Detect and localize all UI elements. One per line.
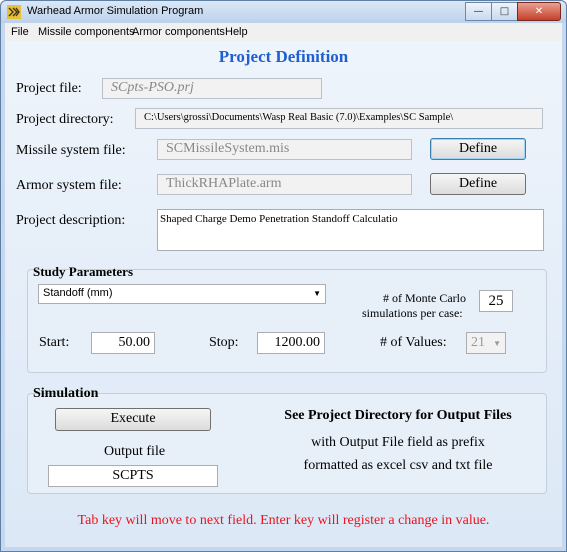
- chevron-down-icon: ▼: [313, 289, 321, 298]
- minimize-button[interactable]: —: [465, 2, 492, 21]
- execute-button[interactable]: Execute: [55, 408, 211, 431]
- app-window: Warhead Armor Simulation Program — □ ✕ F…: [0, 0, 567, 552]
- menu-missile-components[interactable]: Missile components: [38, 26, 135, 38]
- stop-input[interactable]: 1200.00: [257, 332, 325, 354]
- app-icon: [7, 5, 21, 19]
- output-info-line2: formatted as excel csv and txt file: [303, 458, 493, 473]
- armor-file-label: Armor system file:: [16, 178, 122, 193]
- project-directory-label: Project directory:: [16, 112, 114, 127]
- num-values-value: 21: [471, 335, 485, 350]
- monte-carlo-label-line1: # of Monte Carlo: [383, 291, 466, 305]
- close-button[interactable]: ✕: [517, 2, 561, 21]
- page-title: Project Definition: [218, 47, 349, 66]
- start-input[interactable]: 50.00: [91, 332, 155, 354]
- menu-bar: File Missile components Armor components…: [5, 23, 562, 41]
- define-missile-button[interactable]: Define: [430, 138, 526, 160]
- study-parameter-value: Standoff (mm): [43, 287, 113, 299]
- stop-label: Stop:: [209, 335, 239, 350]
- menu-armor-components[interactable]: Armor components: [132, 26, 225, 38]
- study-parameters-title: Study Parameters: [33, 264, 134, 279]
- study-parameter-select[interactable]: Standoff (mm) ▼: [38, 284, 326, 304]
- project-description-input[interactable]: Shaped Charge Demo Penetration Standoff …: [157, 209, 544, 251]
- study-parameters-group: Study Parameters Standoff (mm) ▼ # of Mo…: [27, 264, 547, 373]
- menu-file[interactable]: File: [11, 26, 29, 38]
- output-file-input[interactable]: SCPTS: [48, 465, 218, 487]
- simulation-group: Simulation Execute Output file SCPTS See…: [27, 386, 547, 494]
- project-file-field[interactable]: SCpts-PSO.prj: [102, 78, 322, 99]
- define-armor-button[interactable]: Define: [430, 173, 526, 195]
- num-values-label: # of Values:: [380, 335, 447, 350]
- missile-file-label: Missile system file:: [16, 143, 126, 158]
- missile-file-field[interactable]: SCMissileSystem.mis: [157, 139, 412, 160]
- menu-help[interactable]: Help: [225, 26, 248, 38]
- footer-note: Tab key will move to next field. Enter k…: [77, 513, 490, 528]
- simulation-title: Simulation: [33, 386, 99, 401]
- title-bar[interactable]: Warhead Armor Simulation Program — □ ✕: [1, 1, 566, 23]
- num-values-select[interactable]: 21 ▼: [466, 332, 506, 354]
- start-label: Start:: [39, 335, 70, 350]
- window-controls: — □ ✕: [465, 2, 561, 21]
- monte-carlo-input[interactable]: 25: [479, 290, 513, 312]
- output-info-line1: with Output File field as prefix: [311, 435, 485, 450]
- minimize-icon: —: [473, 6, 484, 17]
- close-icon: ✕: [534, 6, 544, 17]
- monte-carlo-label-line2: simulations per case:: [362, 306, 463, 320]
- maximize-button[interactable]: □: [491, 2, 518, 21]
- window-title: Warhead Armor Simulation Program: [27, 5, 204, 17]
- project-file-label: Project file:: [16, 81, 82, 96]
- chevron-down-icon: ▼: [493, 339, 501, 348]
- project-description-label: Project description:: [16, 213, 126, 228]
- output-info-title: See Project Directory for Output Files: [284, 408, 512, 423]
- armor-file-field[interactable]: ThickRHAPlate.arm: [157, 174, 412, 195]
- output-file-label: Output file: [104, 444, 166, 459]
- main-panel: Project Definition Project file: SCpts-P…: [5, 41, 562, 547]
- project-directory-field[interactable]: C:\Users\grossi\Documents\Wasp Real Basi…: [135, 108, 543, 129]
- maximize-icon: □: [499, 6, 510, 17]
